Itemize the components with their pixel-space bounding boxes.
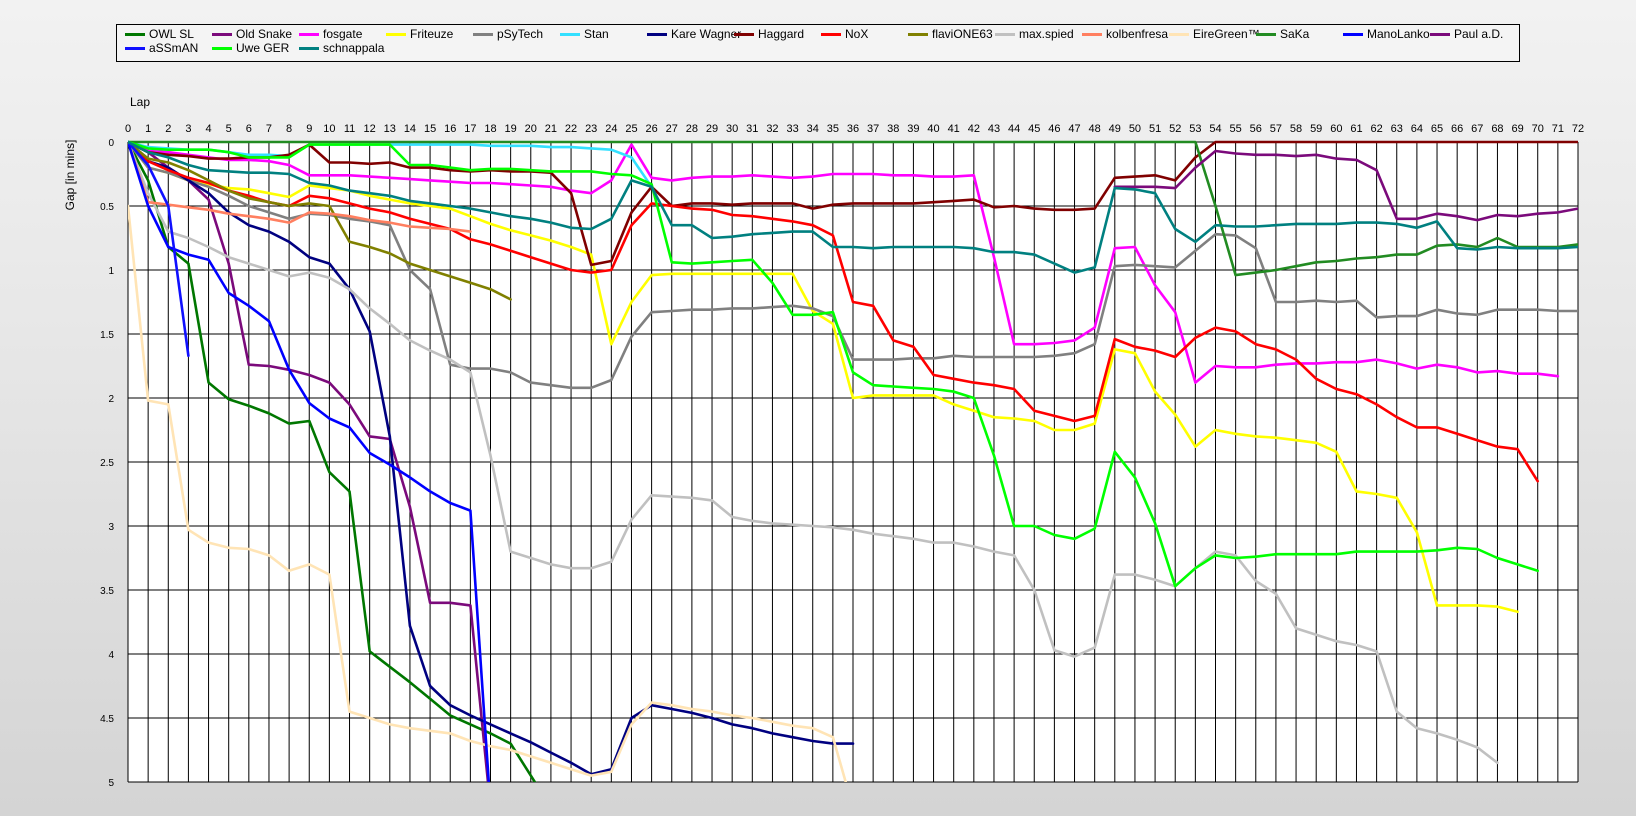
- x-tick-label: 27: [666, 123, 678, 135]
- x-tick-label: 50: [1129, 123, 1141, 135]
- x-tick-label: 31: [746, 123, 758, 135]
- gap-chart: 0 1 2 3 4 5 6 7 8 9 10 11 12 13 14 15 16 17 18 19 20 21 22 23 24…: [63, 95, 1584, 789]
- x-tick-label: 26: [645, 123, 657, 135]
- x-tick-label: 36: [847, 123, 859, 135]
- x-tick-label: 23: [585, 123, 597, 135]
- x-tick-label: 59: [1310, 123, 1322, 135]
- x-tick-label: 7: [266, 123, 272, 135]
- x-tick-label: 6: [246, 123, 252, 135]
- x-tick-label: 48: [1089, 123, 1101, 135]
- x-tick-label: 10: [323, 123, 335, 135]
- x-tick-label: 8: [286, 123, 292, 135]
- x-tick-label: 62: [1370, 123, 1382, 135]
- x-tick-label: 4: [205, 123, 211, 135]
- x-tick-label: 22: [565, 123, 577, 135]
- x-tick-label: 51: [1149, 123, 1161, 135]
- y-tick-label: 4: [108, 650, 114, 661]
- x-tick-label: 47: [1068, 123, 1080, 135]
- x-tick-label: 67: [1471, 123, 1483, 135]
- x-tick-label: 38: [887, 123, 899, 135]
- x-tick-label: 19: [505, 123, 517, 135]
- y-axis-ticks: 0 0.5 1 1.5 2 2.5 3 3.5 4 4.5 5: [100, 138, 114, 789]
- x-tick-label: 33: [786, 123, 798, 135]
- x-axis-ticks: 0 1 2 3 4 5 6 7 8 9 10 11 12 13 14 15 16 17 18 19 20 21 22 23 24…: [125, 123, 1584, 135]
- x-tick-label: 39: [907, 123, 919, 135]
- y-tick-label: 0.5: [100, 202, 114, 213]
- x-tick-label: 54: [1209, 123, 1221, 135]
- x-tick-label: 9: [306, 123, 312, 135]
- x-tick-label: 28: [686, 123, 698, 135]
- x-tick-label: 44: [1008, 123, 1020, 135]
- y-tick-label: 2.5: [100, 458, 114, 469]
- x-tick-label: 5: [226, 123, 232, 135]
- y-tick-label: 1: [108, 266, 114, 277]
- x-tick-label: 32: [766, 123, 778, 135]
- x-tick-label: 58: [1290, 123, 1302, 135]
- y-tick-label: 2: [108, 394, 114, 405]
- y-tick-label: 3.5: [100, 586, 114, 597]
- x-tick-label: 2: [165, 123, 171, 135]
- x-tick-label: 69: [1511, 123, 1523, 135]
- x-tick-label: 3: [185, 123, 191, 135]
- x-tick-label: 61: [1350, 123, 1362, 135]
- x-tick-label: 46: [1048, 123, 1060, 135]
- x-tick-label: 63: [1391, 123, 1403, 135]
- x-tick-label: 49: [1109, 123, 1121, 135]
- x-axis-label: Lap: [130, 95, 150, 109]
- x-tick-label: 40: [927, 123, 939, 135]
- x-tick-label: 56: [1250, 123, 1262, 135]
- x-tick-label: 72: [1572, 123, 1584, 135]
- x-tick-label: 14: [404, 123, 416, 135]
- x-tick-label: 41: [948, 123, 960, 135]
- y-axis-label: Gap [in mins]: [63, 140, 77, 211]
- x-tick-label: 21: [545, 123, 557, 135]
- x-tick-label: 29: [706, 123, 718, 135]
- x-tick-label: 71: [1552, 123, 1564, 135]
- x-tick-label: 35: [827, 123, 839, 135]
- x-tick-label: 0: [125, 123, 131, 135]
- x-tick-label: 52: [1169, 123, 1181, 135]
- x-tick-label: 16: [444, 123, 456, 135]
- x-tick-label: 57: [1270, 123, 1282, 135]
- x-tick-label: 12: [364, 123, 376, 135]
- x-tick-label: 55: [1230, 123, 1242, 135]
- x-tick-label: 42: [968, 123, 980, 135]
- x-tick-label: 70: [1532, 123, 1544, 135]
- x-tick-label: 66: [1451, 123, 1463, 135]
- x-tick-label: 20: [525, 123, 537, 135]
- y-tick-label: 4.5: [100, 714, 114, 725]
- y-tick-label: 3: [108, 522, 114, 533]
- x-tick-label: 37: [867, 123, 879, 135]
- x-tick-label: 30: [726, 123, 738, 135]
- x-tick-label: 17: [464, 123, 476, 135]
- x-tick-label: 64: [1411, 123, 1423, 135]
- x-tick-label: 24: [605, 123, 617, 135]
- x-tick-label: 1: [145, 123, 151, 135]
- x-tick-label: 34: [807, 123, 819, 135]
- x-tick-label: 65: [1431, 123, 1443, 135]
- y-tick-label: 1.5: [100, 330, 114, 341]
- x-tick-label: 43: [988, 123, 1000, 135]
- x-tick-label: 45: [1028, 123, 1040, 135]
- x-tick-label: 18: [484, 123, 496, 135]
- y-tick-label: 5: [108, 778, 114, 789]
- y-tick-label: 0: [108, 138, 114, 149]
- x-tick-label: 25: [625, 123, 637, 135]
- x-tick-label: 13: [384, 123, 396, 135]
- x-tick-label: 53: [1189, 123, 1201, 135]
- x-tick-label: 60: [1330, 123, 1342, 135]
- x-tick-label: 11: [344, 123, 355, 135]
- x-tick-label: 15: [424, 123, 436, 135]
- x-tick-label: 68: [1491, 123, 1503, 135]
